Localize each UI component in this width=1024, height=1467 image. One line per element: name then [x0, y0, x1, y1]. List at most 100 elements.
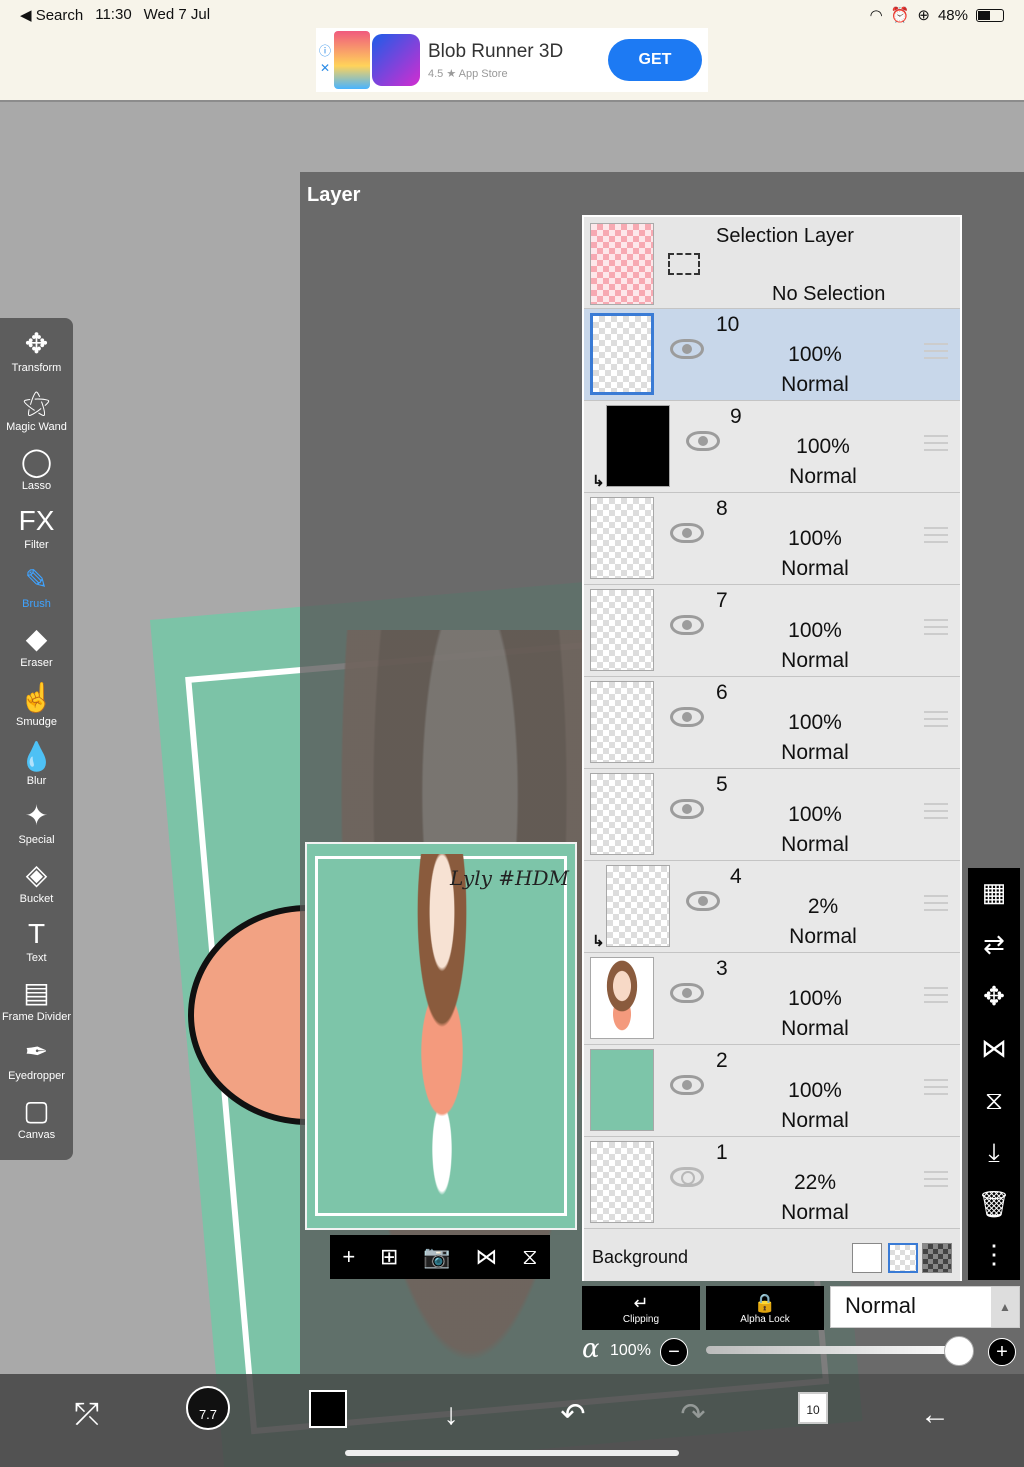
drag-handle-icon[interactable] — [924, 1079, 948, 1095]
drag-handle-icon[interactable] — [924, 711, 948, 727]
layer-row[interactable]: 3 100% Normal — [584, 953, 960, 1045]
background-white-swatch[interactable] — [852, 1243, 882, 1273]
layer-row[interactable]: ↳ 4 2% Normal — [584, 861, 960, 953]
alpha-lock-button[interactable]: 🔒 Alpha Lock — [706, 1286, 824, 1330]
layer-row[interactable]: 10 100% Normal — [584, 309, 960, 401]
layer-thumbnail[interactable] — [590, 589, 654, 671]
visibility-eye-icon[interactable] — [670, 615, 704, 635]
canvas-preview[interactable]: Lyly #HDM — [305, 842, 577, 1230]
drag-handle-icon[interactable] — [924, 987, 948, 1003]
back-arrow-icon[interactable]: ← — [910, 1390, 960, 1440]
layer-thumbnail[interactable] — [606, 865, 670, 947]
visibility-eye-icon[interactable] — [670, 983, 704, 1003]
flip-layer-vertical-icon[interactable]: ⧖ — [974, 1080, 1014, 1120]
tool-canvas[interactable]: ▢ Canvas — [0, 1093, 73, 1151]
drag-handle-icon[interactable] — [924, 803, 948, 819]
layer-row[interactable]: 1 22% Normal — [584, 1137, 960, 1229]
home-indicator[interactable] — [345, 1450, 679, 1456]
layer-thumbnail[interactable] — [606, 405, 670, 487]
drag-handle-icon[interactable] — [924, 527, 948, 543]
eraser-icon: ◆ — [25, 623, 48, 654]
layer-thumbnail[interactable] — [590, 773, 654, 855]
opacity-slider[interactable] — [706, 1346, 968, 1354]
convert-layer-icon[interactable]: ⇄ — [974, 924, 1014, 964]
alpha-lock-label: Alpha Lock — [740, 1313, 790, 1325]
tool-label: Brush — [22, 598, 51, 610]
tool-blur[interactable]: 💧 Blur — [0, 739, 73, 797]
down-arrow-icon[interactable]: ↓ — [426, 1390, 476, 1440]
tool-eyedropper[interactable]: ✒ Eyedropper — [0, 1034, 73, 1092]
visibility-eye-icon[interactable] — [670, 523, 704, 543]
layer-row[interactable]: 6 100% Normal — [584, 677, 960, 769]
layer-row[interactable]: ↳ 9 100% Normal — [584, 401, 960, 493]
opacity-decrease-button[interactable]: − — [660, 1338, 688, 1366]
redo-icon[interactable]: ↷ — [668, 1390, 718, 1440]
drag-handle-icon[interactable] — [924, 895, 948, 911]
tool-smudge[interactable]: ☝ Smudge — [0, 680, 73, 738]
visibility-eye-icon[interactable] — [670, 1075, 704, 1095]
tool-frame-divider[interactable]: ▤ Frame Divider — [0, 975, 73, 1033]
clipping-button[interactable]: ↵ Clipping — [582, 1286, 700, 1330]
undo-icon[interactable]: ↶ — [548, 1390, 598, 1440]
merge-down-icon[interactable]: ⤓ — [974, 1132, 1014, 1172]
flip-horizontal-icon[interactable]: ⋈ — [475, 1244, 497, 1270]
drag-handle-icon[interactable] — [924, 435, 948, 451]
back-to-search-link[interactable]: ◀ Search — [20, 6, 83, 24]
tool-eraser[interactable]: ◆ Eraser — [0, 621, 73, 679]
layer-row[interactable]: 7 100% Normal — [584, 585, 960, 677]
visibility-eye-icon[interactable] — [670, 1167, 704, 1187]
opacity-increase-button[interactable]: + — [988, 1338, 1016, 1366]
move-layer-icon[interactable]: ✥ — [974, 976, 1014, 1016]
more-options-icon[interactable]: ⋮ — [974, 1234, 1014, 1274]
drag-handle-icon[interactable] — [924, 1171, 948, 1187]
tool-magic-wand[interactable]: ⚝ Magic Wand — [0, 385, 73, 443]
flip-layer-horizontal-icon[interactable]: ⋈ — [974, 1028, 1014, 1068]
add-layer-copy-icon[interactable]: ⊞ — [380, 1244, 398, 1270]
drag-handle-icon[interactable] — [924, 343, 948, 359]
tool-filter[interactable]: FX Filter — [0, 503, 73, 561]
layer-thumbnail[interactable] — [590, 681, 654, 763]
layer-thumbnail[interactable] — [590, 313, 654, 395]
layers-button[interactable]: 10 — [798, 1392, 828, 1424]
background-label: Background — [592, 1247, 689, 1267]
ad-info-icon[interactable]: ⓘ — [316, 43, 334, 60]
layer-thumbnail[interactable] — [590, 1141, 654, 1223]
ad-get-button[interactable]: GET — [608, 39, 702, 81]
delete-layer-icon[interactable]: 🗑 — [974, 1184, 1014, 1224]
quick-menu-icon[interactable]: ⤱ — [62, 1390, 112, 1440]
layer-row[interactable]: 8 100% Normal — [584, 493, 960, 585]
tool-special[interactable]: ✦ Special — [0, 798, 73, 856]
visibility-eye-icon[interactable] — [670, 339, 704, 359]
checker-icon[interactable]: ▦ — [974, 872, 1014, 912]
flip-vertical-icon[interactable]: ⧖ — [522, 1244, 537, 1270]
layer-opacity: 100% — [788, 619, 842, 642]
ad-banner[interactable]: ⓘ ✕ Blob Runner 3D 4.5 ★ App Store GET — [316, 28, 708, 92]
ad-close-icon[interactable]: ✕ — [316, 60, 334, 77]
blend-mode-select[interactable]: Normal — [830, 1286, 1020, 1328]
ad-image — [334, 31, 370, 89]
background-dark-swatch[interactable] — [922, 1243, 952, 1273]
visibility-eye-icon[interactable] — [670, 707, 704, 727]
tool-text[interactable]: T Text — [0, 916, 73, 974]
background-layer[interactable]: Background — [584, 1237, 960, 1281]
tool-lasso[interactable]: ◯ Lasso — [0, 444, 73, 502]
opacity-slider-handle[interactable] — [944, 1336, 974, 1366]
drag-handle-icon[interactable] — [924, 619, 948, 635]
tool-brush[interactable]: ✎ Brush — [0, 562, 73, 620]
visibility-eye-icon[interactable] — [670, 799, 704, 819]
layer-thumbnail[interactable] — [590, 957, 654, 1039]
visibility-eye-icon[interactable] — [686, 431, 720, 451]
layer-thumbnail[interactable] — [590, 1049, 654, 1131]
layer-row[interactable]: 5 100% Normal — [584, 769, 960, 861]
selection-layer[interactable]: Selection Layer No Selection — [584, 217, 960, 309]
camera-icon[interactable]: 📷 — [423, 1244, 450, 1270]
add-layer-icon[interactable]: + — [342, 1244, 355, 1270]
color-picker-button[interactable] — [309, 1390, 347, 1428]
layer-thumbnail[interactable] — [590, 497, 654, 579]
background-transparent-swatch[interactable] — [888, 1243, 918, 1273]
tool-bucket[interactable]: ◈ Bucket — [0, 857, 73, 915]
tool-transform[interactable]: ✥ Transform — [0, 326, 73, 384]
visibility-eye-icon[interactable] — [686, 891, 720, 911]
layer-row[interactable]: 2 100% Normal — [584, 1045, 960, 1137]
brush-size-button[interactable]: 7.7 — [186, 1386, 230, 1430]
